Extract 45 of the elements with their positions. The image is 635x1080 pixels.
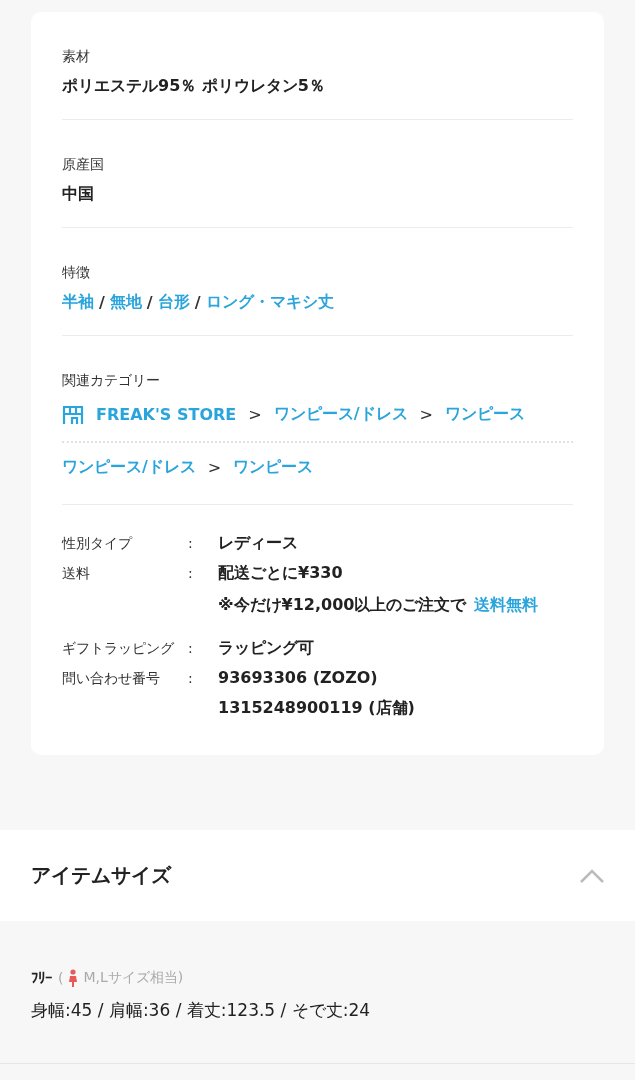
paren: ( bbox=[58, 970, 64, 986]
section-label: 特徴 bbox=[62, 264, 91, 282]
category-link[interactable]: ワンピース bbox=[233, 457, 314, 478]
free-shipping-link[interactable]: 送料無料 bbox=[474, 595, 539, 616]
chevron-up-icon[interactable] bbox=[580, 868, 604, 883]
feature-link[interactable]: ロング・マキシ丈 bbox=[205, 292, 334, 313]
section-label: 原産国 bbox=[62, 156, 105, 174]
detail-label: ギフトラッピング bbox=[62, 640, 175, 658]
detail-value: ラッピング可 bbox=[218, 638, 314, 659]
feature-link[interactable]: 半袖 bbox=[62, 292, 94, 313]
feature-link[interactable]: 無地 bbox=[109, 292, 142, 313]
category-link[interactable]: ワンピース/ドレス bbox=[273, 404, 408, 425]
feature-link[interactable]: 台形 bbox=[157, 292, 190, 313]
detail-label: 性別タイプ bbox=[62, 535, 134, 553]
separator: / bbox=[146, 293, 153, 312]
section-value: ポリエステル95％ ポリウレタン5％ bbox=[62, 76, 326, 97]
category-link[interactable]: ワンピース/ドレス bbox=[62, 457, 196, 478]
detail-value: 1315248900119 (店舗) bbox=[218, 698, 415, 719]
detail-value: レディース bbox=[218, 533, 298, 554]
woman-icon bbox=[69, 969, 78, 987]
colon: : bbox=[188, 535, 194, 551]
section-value: 中国 bbox=[62, 184, 95, 205]
store-icon bbox=[62, 404, 84, 425]
separator: / bbox=[99, 293, 105, 312]
detail-value: ※今だけ¥12,000以上のご注文で bbox=[218, 595, 467, 616]
breadcrumb-separator: > bbox=[419, 405, 433, 424]
detail-label: 問い合わせ番号 bbox=[62, 670, 161, 688]
breadcrumb-separator: > bbox=[207, 458, 222, 477]
colon: : bbox=[188, 670, 194, 686]
section-title: アイテムサイズ bbox=[31, 862, 171, 889]
separator: / bbox=[194, 293, 201, 312]
size-name: ﾌﾘｰ bbox=[31, 969, 52, 987]
size-measurements: 身幅:45 / 肩幅:36 / 着丈:123.5 / そで丈:24 bbox=[31, 1000, 371, 1020]
section-header[interactable]: アイテムサイズ bbox=[0, 830, 635, 921]
section-label: 関連カテゴリー bbox=[62, 372, 161, 390]
category-link[interactable]: FREAK'S STORE bbox=[96, 405, 237, 424]
colon: : bbox=[188, 640, 194, 656]
section-label: 素材 bbox=[62, 48, 91, 66]
detail-value: 配送ごとに¥330 bbox=[218, 563, 343, 584]
breadcrumb-separator: > bbox=[248, 405, 262, 424]
category-link[interactable]: ワンピース bbox=[444, 404, 525, 425]
size-note: M,Lサイズ相当) bbox=[83, 969, 184, 987]
detail-label: 送料 bbox=[62, 565, 91, 583]
detail-value: 93693306 (ZOZO) bbox=[218, 668, 378, 687]
colon: : bbox=[188, 565, 194, 581]
